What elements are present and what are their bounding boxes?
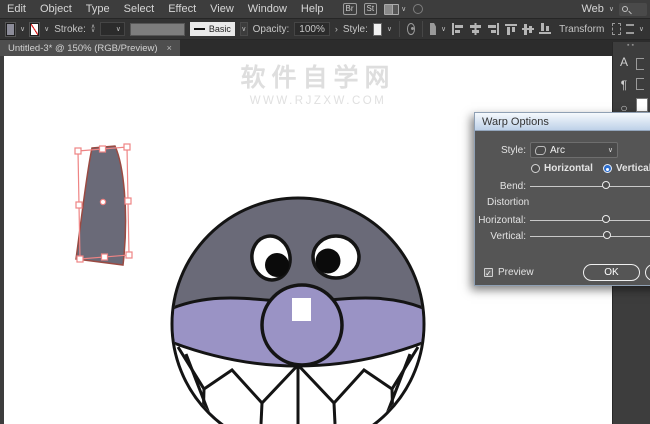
control-bar: ∨ ∨ Stroke: ∧∨ ∨ Basic ∨ Opacity: 100% ›… xyxy=(0,18,650,40)
stroke-weight-dropdown[interactable]: ∨ xyxy=(100,22,125,36)
align-center-icon[interactable] xyxy=(469,21,482,38)
warp-options-dialog[interactable]: Warp Options Style: Arc ∨ Horizontal Ver… xyxy=(474,112,650,286)
tools-panel-edge xyxy=(0,56,4,424)
menu-view[interactable]: View xyxy=(203,3,241,15)
document-title: Untitled-3* @ 150% (RGB/Preview) xyxy=(8,43,158,54)
warped-path[interactable] xyxy=(76,146,126,265)
menu-object[interactable]: Object xyxy=(33,3,79,15)
style-label: Style: xyxy=(343,24,368,35)
menu-help[interactable]: Help xyxy=(294,3,331,15)
align-right-icon[interactable] xyxy=(487,21,500,38)
selected-shape[interactable] xyxy=(75,144,132,265)
left-pupil xyxy=(265,253,289,277)
stroke-label: Stroke: xyxy=(54,24,86,35)
layout-switcher-icon[interactable]: ∨ xyxy=(384,4,406,15)
bend-label: Bend: xyxy=(475,181,526,192)
illustrator-window: Edit Object Type Select Effect View Wind… xyxy=(0,0,650,424)
align-left-icon[interactable] xyxy=(451,21,464,38)
search-input[interactable] xyxy=(619,3,647,16)
bend-slider[interactable] xyxy=(530,186,650,187)
horizontal-distortion-label: Horizontal: xyxy=(475,215,526,226)
graphic-style-swatch[interactable] xyxy=(373,23,382,36)
nose-circle xyxy=(262,285,342,365)
panel-options-icon[interactable] xyxy=(626,24,634,34)
align-top-icon[interactable] xyxy=(505,21,517,38)
menu-edit[interactable]: Edit xyxy=(0,3,33,15)
chevron-down-icon: ∨ xyxy=(608,146,613,154)
vertical-distortion-label: Vertical: xyxy=(475,231,526,242)
bend-slider-knob[interactable] xyxy=(602,181,610,189)
menu-bar: Edit Object Type Select Effect View Wind… xyxy=(0,0,650,18)
horizontal-slider-knob[interactable] xyxy=(602,215,610,223)
character-panel-icon[interactable]: A xyxy=(614,54,634,70)
stock-icon[interactable]: St xyxy=(364,3,378,15)
menu-select[interactable]: Select xyxy=(117,3,162,15)
brush-name: Basic xyxy=(209,24,231,34)
vertical-distortion-slider[interactable] xyxy=(530,236,650,237)
baikinman-face[interactable] xyxy=(168,198,428,424)
preview-label: Preview xyxy=(498,267,534,278)
center-point-handle xyxy=(100,199,105,204)
bridge-icon[interactable]: Br xyxy=(343,3,357,15)
document-tab[interactable]: Untitled-3* @ 150% (RGB/Preview) × xyxy=(0,40,180,56)
opacity-expand-icon[interactable]: › xyxy=(335,24,338,34)
brush-definition-field[interactable]: Basic xyxy=(190,22,235,36)
preview-checkbox[interactable]: ✓ xyxy=(484,268,493,277)
transform-label[interactable]: Transform xyxy=(559,24,604,35)
radio-vertical[interactable]: Vertical xyxy=(603,163,650,174)
stroke-swatch[interactable] xyxy=(30,23,39,36)
arc-icon xyxy=(534,146,546,155)
brush-dropdown-icon[interactable]: ∨ xyxy=(240,22,248,36)
style-label: Style: xyxy=(475,145,526,156)
menu-window[interactable]: Window xyxy=(241,3,294,15)
paragraph-panel-icon[interactable]: ¶ xyxy=(614,77,634,93)
close-tab-icon[interactable]: × xyxy=(167,43,172,53)
horizontal-distortion-slider[interactable] xyxy=(530,220,650,221)
panel-tab-edge-icon[interactable] xyxy=(636,58,644,70)
dock-grip[interactable]: ▪▪ xyxy=(613,42,650,52)
nose-highlight xyxy=(292,298,311,321)
recolor-artwork-icon[interactable] xyxy=(407,23,415,35)
workspace-label[interactable]: Web xyxy=(581,3,603,15)
menu-type[interactable]: Type xyxy=(79,3,117,15)
tab-bar: Untitled-3* @ 150% (RGB/Preview) × xyxy=(0,40,650,56)
arrange-icon[interactable] xyxy=(612,23,620,35)
opacity-label: Opacity: xyxy=(253,24,290,35)
panel-tab-edge-icon[interactable] xyxy=(636,78,644,90)
warp-style-value: Arc xyxy=(550,145,565,156)
stroke-weight-stepper[interactable]: ∧∨ xyxy=(91,25,95,33)
vertical-slider-knob[interactable] xyxy=(603,231,611,239)
cancel-button[interactable] xyxy=(645,264,650,281)
menu-effect[interactable]: Effect xyxy=(161,3,203,15)
warp-style-dropdown[interactable]: Arc ∨ xyxy=(530,142,618,158)
search-icon xyxy=(622,6,628,12)
document-setup-icon[interactable] xyxy=(430,23,436,35)
opacity-value[interactable]: 100% xyxy=(294,22,330,36)
width-profile-field[interactable] xyxy=(130,23,185,36)
distortion-section-label: Distortion xyxy=(487,197,529,208)
swatch-fragment xyxy=(636,98,648,112)
align-middle-icon[interactable] xyxy=(522,21,534,38)
sync-icon[interactable] xyxy=(413,4,423,14)
align-bottom-icon[interactable] xyxy=(539,21,551,38)
right-pupil xyxy=(316,249,341,274)
ok-button[interactable]: OK xyxy=(583,264,640,281)
dialog-title[interactable]: Warp Options xyxy=(475,113,650,131)
radio-horizontal[interactable]: Horizontal xyxy=(531,163,593,174)
fill-swatch[interactable] xyxy=(6,23,15,36)
